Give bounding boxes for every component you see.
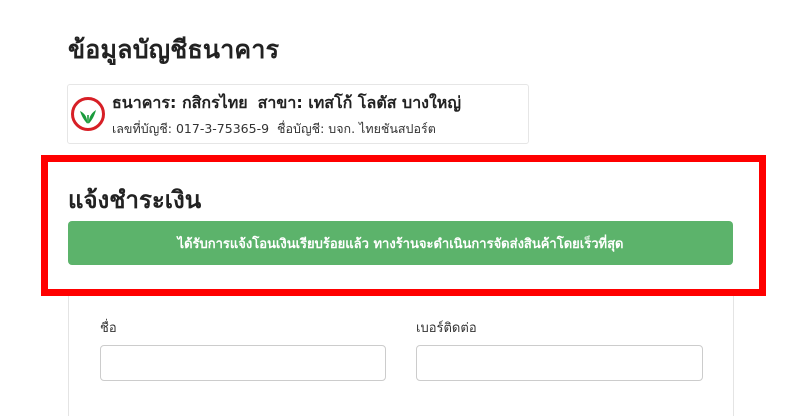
- bank-account-card: ธนาคาร: กสิกรไทย สาขา: เทสโก้ โลตัส บางให…: [67, 84, 529, 144]
- phone-label: เบอร์ติดต่อ: [416, 321, 477, 336]
- bank-name-branch: ธนาคาร: กสิกรไทย สาขา: เทสโก้ โลตัส บางให…: [112, 91, 461, 116]
- name-input[interactable]: [100, 345, 386, 381]
- phone-input[interactable]: [416, 345, 703, 381]
- highlight-annotation-box: [41, 155, 766, 296]
- bank-name: ธนาคาร: กสิกรไทย: [112, 93, 248, 112]
- account-details: เลขที่บัญชี: 017-3-75365-9 ชื่อบัญชี: บจก…: [112, 119, 436, 139]
- account-name: ชื่อบัญชี: บจก. ไทยชันสปอร์ต: [277, 121, 436, 136]
- kasikorn-bank-logo-icon: [71, 97, 105, 131]
- account-number: เลขที่บัญชี: 017-3-75365-9: [112, 121, 270, 136]
- payment-form-panel: ชื่อ เบอร์ติดต่อ: [68, 296, 734, 416]
- page-title: ข้อมูลบัญชีธนาคาร: [68, 35, 280, 64]
- name-label: ชื่อ: [100, 321, 117, 336]
- bank-branch: สาขา: เทสโก้ โลตัส บางใหญ่: [257, 93, 461, 112]
